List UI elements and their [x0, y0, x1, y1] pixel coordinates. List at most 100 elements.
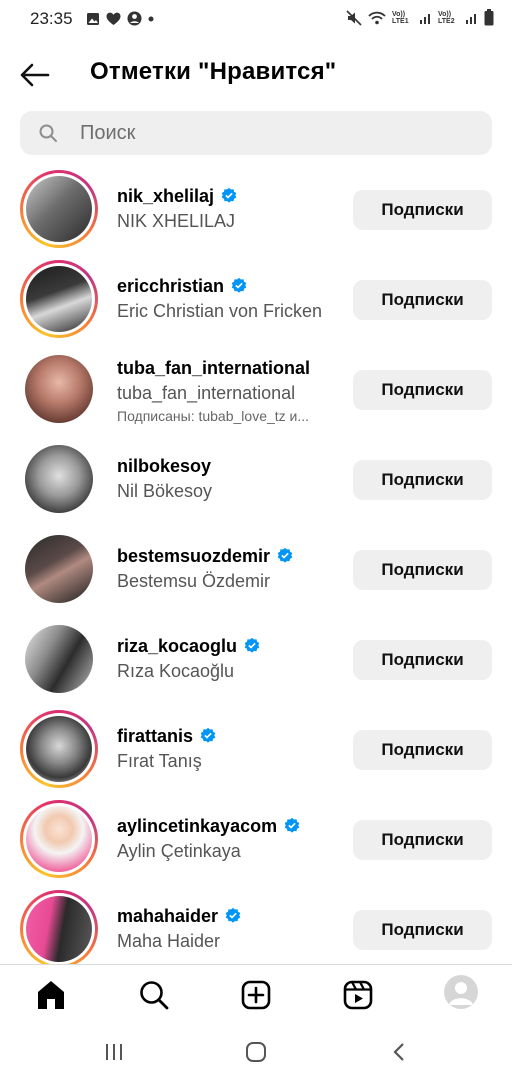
recent-apps-button[interactable]: [100, 1038, 128, 1066]
full-name: NIK XHELILAJ: [117, 211, 236, 231]
signal-2-icon: [466, 13, 476, 24]
signal-1-icon: [420, 13, 430, 24]
story-ring[interactable]: [20, 170, 98, 248]
wifi-icon: [368, 11, 386, 24]
story-ring[interactable]: [20, 710, 98, 788]
username[interactable]: aylincetinkayacom: [117, 816, 277, 837]
network-1-label: Vo)) LTE1: [392, 10, 409, 25]
following-button[interactable]: Подписки: [353, 460, 492, 500]
avatar: [25, 355, 93, 423]
more-dot-icon: [148, 16, 154, 21]
nav-reels[interactable]: [340, 977, 376, 1013]
full-name: tuba_fan_international: [117, 383, 296, 403]
following-button[interactable]: Подписки: [353, 730, 492, 770]
verified-badge-icon: [231, 277, 247, 293]
avatar-frame[interactable]: [20, 530, 98, 608]
verified-badge-icon: [284, 817, 300, 833]
status-time: 23:35: [30, 9, 73, 28]
avatar-frame[interactable]: [20, 350, 98, 428]
user-row[interactable]: nilbokesoy Nil Bökesoy Подписки: [0, 438, 512, 522]
recent-apps-icon: [106, 1044, 122, 1060]
username[interactable]: mahahaider: [117, 906, 218, 927]
avatar: [26, 176, 92, 242]
username[interactable]: nilbokesoy: [117, 456, 211, 477]
account-notification-icon: [127, 11, 142, 26]
network-2-label: Vo)) LTE2: [438, 10, 455, 25]
verified-badge-icon: [200, 727, 216, 743]
user-row[interactable]: nik_xhelilaj NIK XHELILAJ Подписки: [0, 168, 512, 252]
search-icon: [39, 124, 57, 142]
username[interactable]: ericchristian: [117, 276, 224, 297]
battery-icon: [484, 9, 494, 26]
story-ring[interactable]: [20, 260, 98, 338]
chevron-left-icon: [393, 1043, 404, 1061]
back-system-button[interactable]: [386, 1038, 414, 1066]
avatar: [26, 266, 92, 332]
status-notification-icons: [86, 11, 154, 26]
full-name: Rıza Kocaoğlu: [117, 661, 235, 681]
full-name: Bestemsu Özdemir: [117, 571, 271, 591]
bottom-nav: [0, 964, 512, 1023]
nav-profile[interactable]: [444, 975, 478, 1009]
verified-badge-icon: [277, 547, 293, 563]
search-input[interactable]: [80, 111, 480, 155]
user-row[interactable]: mahahaider Maha Haider Подписки: [0, 888, 512, 972]
following-button[interactable]: Подписки: [353, 640, 492, 680]
mute-icon: [346, 9, 362, 26]
avatar: [25, 535, 93, 603]
username[interactable]: riza_kocaoglu: [117, 636, 237, 657]
user-row[interactable]: aylincetinkayacom Aylin Çetinkaya Подпис…: [0, 798, 512, 882]
nav-search[interactable]: [136, 977, 172, 1013]
user-row[interactable]: ericchristian Eric Christian von Fricken…: [0, 258, 512, 342]
verified-badge-icon: [225, 907, 241, 923]
home-circle-icon: [246, 1042, 266, 1062]
following-button[interactable]: Подписки: [353, 820, 492, 860]
add-post-icon: [241, 980, 271, 1010]
home-system-button[interactable]: [242, 1038, 270, 1066]
username[interactable]: firattanis: [117, 726, 193, 747]
search-bar[interactable]: [20, 111, 492, 155]
following-button[interactable]: Подписки: [353, 280, 492, 320]
gallery-notification-icon: [87, 12, 99, 25]
page-title: Отметки "Нравится": [90, 58, 337, 85]
avatar-frame[interactable]: [20, 620, 98, 698]
status-bar: 23:35 Vo)) LTE1 Vo)) LTE2: [0, 0, 512, 38]
user-row[interactable]: riza_kocaoglu Rıza Kocaoğlu Подписки: [0, 618, 512, 702]
username[interactable]: bestemsuozdemir: [117, 546, 270, 567]
mutual-followers: Подписаны: tubab_love_tz и...: [117, 408, 310, 424]
user-row[interactable]: bestemsuozdemir Bestemsu Özdemir Подписк…: [0, 528, 512, 612]
search-icon: [140, 981, 169, 1010]
reels-icon: [343, 980, 373, 1010]
user-row[interactable]: firattanis Fırat Tanış Подписки: [0, 708, 512, 792]
avatar-frame[interactable]: [20, 440, 98, 518]
user-row[interactable]: tuba_fan_international tuba_fan_internat…: [0, 348, 512, 432]
verified-badge-icon: [221, 187, 237, 203]
avatar: [26, 896, 92, 962]
system-nav-bar: [0, 1022, 512, 1080]
following-button[interactable]: Подписки: [353, 370, 492, 410]
full-name: Fırat Tanış: [117, 751, 202, 771]
nav-home[interactable]: [33, 977, 69, 1013]
home-icon: [38, 981, 64, 1009]
nav-create[interactable]: [238, 977, 274, 1013]
story-ring[interactable]: [20, 890, 98, 968]
username[interactable]: nik_xhelilaj: [117, 186, 214, 207]
avatar: [25, 445, 93, 513]
full-name: Eric Christian von Fricken: [117, 301, 323, 321]
arrow-left-icon: [20, 63, 50, 87]
story-ring[interactable]: [20, 800, 98, 878]
following-button[interactable]: Подписки: [353, 910, 492, 950]
avatar: [26, 716, 92, 782]
header: Отметки "Нравится": [0, 50, 512, 98]
verified-badge-icon: [244, 637, 260, 653]
heart-notification-icon: [106, 12, 121, 25]
full-name: Maha Haider: [117, 931, 221, 951]
full-name: Aylin Çetinkaya: [117, 841, 241, 861]
status-system-icons: Vo)) LTE1 Vo)) LTE2: [346, 9, 494, 26]
following-button[interactable]: Подписки: [353, 550, 492, 590]
avatar: [26, 806, 92, 872]
username[interactable]: tuba_fan_international: [117, 358, 310, 379]
back-button[interactable]: [18, 58, 52, 92]
following-button[interactable]: Подписки: [353, 190, 492, 230]
profile-avatar-icon: [449, 982, 473, 1005]
